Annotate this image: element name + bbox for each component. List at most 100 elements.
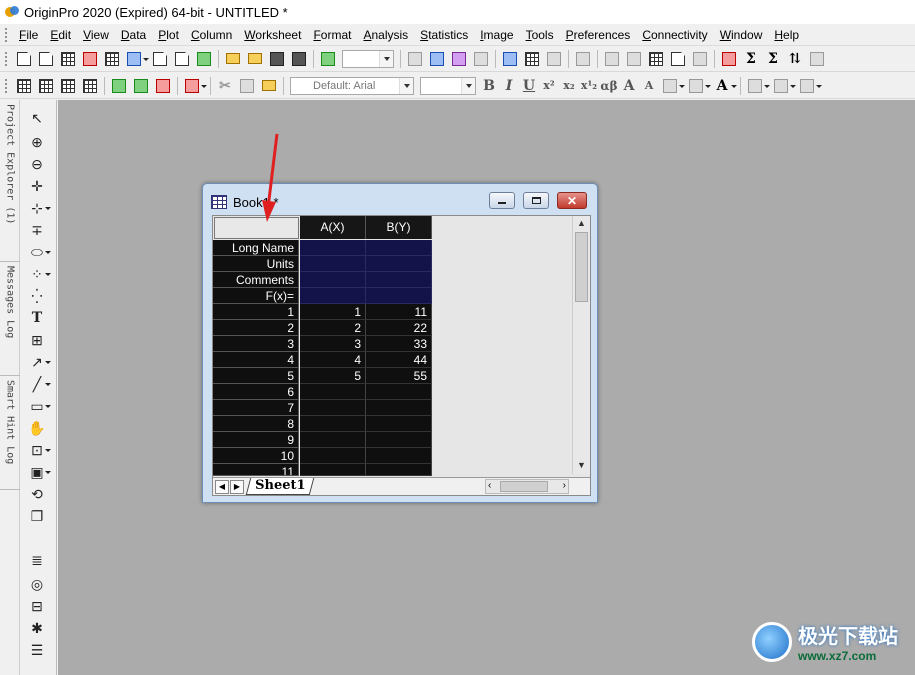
minimize-button[interactable]	[489, 192, 515, 209]
units-cell[interactable]	[366, 256, 432, 272]
new-workbook-button[interactable]	[58, 49, 78, 69]
data-cell[interactable]: 4	[300, 352, 366, 368]
long-name-cell[interactable]	[366, 240, 432, 256]
scroll-left-icon[interactable]: ‹	[488, 480, 491, 491]
toolbar-grip[interactable]	[4, 50, 8, 67]
sort-button[interactable]: ⇅	[785, 49, 805, 69]
data-cell[interactable]	[366, 464, 432, 476]
new-excel-button[interactable]	[194, 49, 214, 69]
menubar-grip[interactable]	[4, 26, 8, 43]
data-reader-dropdown-icon[interactable]	[45, 207, 51, 210]
table-tool[interactable]: ⊟	[27, 596, 47, 616]
arrow-tool[interactable]: ↗	[27, 352, 47, 372]
data-cell[interactable]: 1	[300, 304, 366, 320]
col-x-button[interactable]	[14, 76, 34, 96]
row-header[interactable]: 9	[213, 432, 299, 448]
row-header[interactable]: 8	[213, 416, 299, 432]
menu-worksheet[interactable]: Worksheet	[238, 24, 307, 46]
comments-cell[interactable]	[300, 272, 366, 288]
data-cell[interactable]	[366, 416, 432, 432]
row-header-units[interactable]: Units	[213, 256, 299, 272]
data-cell[interactable]: 33	[366, 336, 432, 352]
worksheet-view-button[interactable]	[646, 49, 666, 69]
project-explorer-button[interactable]	[573, 49, 593, 69]
copy-button[interactable]	[237, 76, 257, 96]
recalc-mode-combo[interactable]	[342, 49, 394, 68]
fill-color-button[interactable]	[745, 76, 765, 96]
greek-button[interactable]: αβ	[599, 79, 619, 93]
cut-button[interactable]: ✂	[215, 76, 235, 96]
row-header[interactable]: 1	[213, 304, 299, 320]
region-dropdown-icon[interactable]	[45, 449, 51, 452]
menu-image[interactable]: Image	[474, 24, 519, 46]
annotation-tool[interactable]: ⊞	[27, 330, 47, 350]
data-cell[interactable]: 11	[366, 304, 432, 320]
rectangle-tool[interactable]: ▭	[27, 396, 47, 416]
add-column-button[interactable]	[719, 49, 739, 69]
mask-tool[interactable]: ⬭	[27, 242, 47, 262]
menu-file[interactable]: File	[13, 24, 44, 46]
print-button[interactable]	[405, 49, 425, 69]
row-header[interactable]: 2	[213, 320, 299, 336]
menu-view[interactable]: View	[77, 24, 115, 46]
sheet-tab[interactable]: Sheet1	[245, 478, 315, 495]
star-tool[interactable]: ✱	[27, 618, 47, 638]
restore-button[interactable]	[523, 192, 549, 209]
column-header-a[interactable]: A(X)	[300, 216, 366, 239]
fill-dropdown-icon[interactable]	[764, 83, 770, 89]
increase-font-button[interactable]: A	[619, 78, 639, 94]
select-all-corner[interactable]	[214, 217, 299, 239]
row-header[interactable]: 3	[213, 336, 299, 352]
italic-button[interactable]: I	[499, 78, 519, 94]
selector-dropdown-icon[interactable]	[45, 273, 51, 276]
arrow-dropdown-icon[interactable]	[45, 361, 51, 364]
bar-pattern-button[interactable]	[686, 76, 706, 96]
vertical-scroll-thumb[interactable]	[575, 232, 588, 302]
col-y-button[interactable]	[36, 76, 56, 96]
new-function-button[interactable]	[124, 49, 144, 69]
menu-connectivity[interactable]: Connectivity	[636, 24, 713, 46]
book-title-bar[interactable]: Book1 *	[211, 192, 279, 212]
data-cell[interactable]	[300, 384, 366, 400]
toolbar-grip[interactable]	[4, 77, 8, 94]
menu-plot[interactable]: Plot	[152, 24, 185, 46]
paste-button[interactable]	[259, 76, 279, 96]
pointer-tool[interactable]: ↖	[27, 108, 47, 128]
graph-region-tool[interactable]: ⊡	[27, 440, 47, 460]
row-header[interactable]: 6	[213, 384, 299, 400]
open-template-button[interactable]	[245, 49, 265, 69]
new-notes-button[interactable]	[172, 49, 192, 69]
line-dropdown-icon[interactable]	[45, 383, 51, 386]
line-color-dropdown-icon[interactable]	[816, 83, 822, 89]
row-header[interactable]: 10	[213, 448, 299, 464]
set-xy-button[interactable]	[131, 76, 151, 96]
insert-graph-tool[interactable]: ▣	[27, 462, 47, 482]
col-error-button[interactable]	[80, 76, 100, 96]
recalculate-button[interactable]	[318, 49, 338, 69]
fx-cell[interactable]	[300, 288, 366, 304]
scroll-up-icon[interactable]: ▲	[577, 218, 586, 228]
row-header-long-name[interactable]: Long Name	[213, 240, 299, 256]
rectangle-dropdown-icon[interactable]	[45, 405, 51, 408]
new-layout-button[interactable]	[150, 49, 170, 69]
comments-cell[interactable]	[366, 272, 432, 288]
data-cell[interactable]: 5	[300, 368, 366, 384]
menu-tools[interactable]: Tools	[520, 24, 560, 46]
sum-button[interactable]: Σ	[741, 49, 761, 69]
vertical-scrollbar[interactable]: ▲ ▼	[572, 216, 590, 474]
row-header[interactable]: 4	[213, 352, 299, 368]
set-values-button[interactable]: Σ	[763, 49, 783, 69]
menu-data[interactable]: Data	[115, 24, 152, 46]
sheet-prev-button[interactable]: ◀	[215, 479, 229, 494]
scroll-down-icon[interactable]: ▼	[577, 460, 586, 470]
data-cell[interactable]	[300, 416, 366, 432]
pattern-fill-dropdown-icon[interactable]	[790, 83, 796, 89]
zoom-in-tool[interactable]: ⊕	[27, 132, 47, 152]
results-log-button[interactable]	[522, 49, 542, 69]
new-folder-button[interactable]	[36, 49, 56, 69]
horizontal-scrollbar[interactable]: ‹ ›	[485, 479, 569, 494]
row-header-fx[interactable]: F(x)=	[213, 288, 299, 304]
menu-window[interactable]: Window	[714, 24, 769, 46]
font-size-combo[interactable]	[420, 76, 476, 95]
layer-tool[interactable]: ❐	[27, 506, 47, 526]
